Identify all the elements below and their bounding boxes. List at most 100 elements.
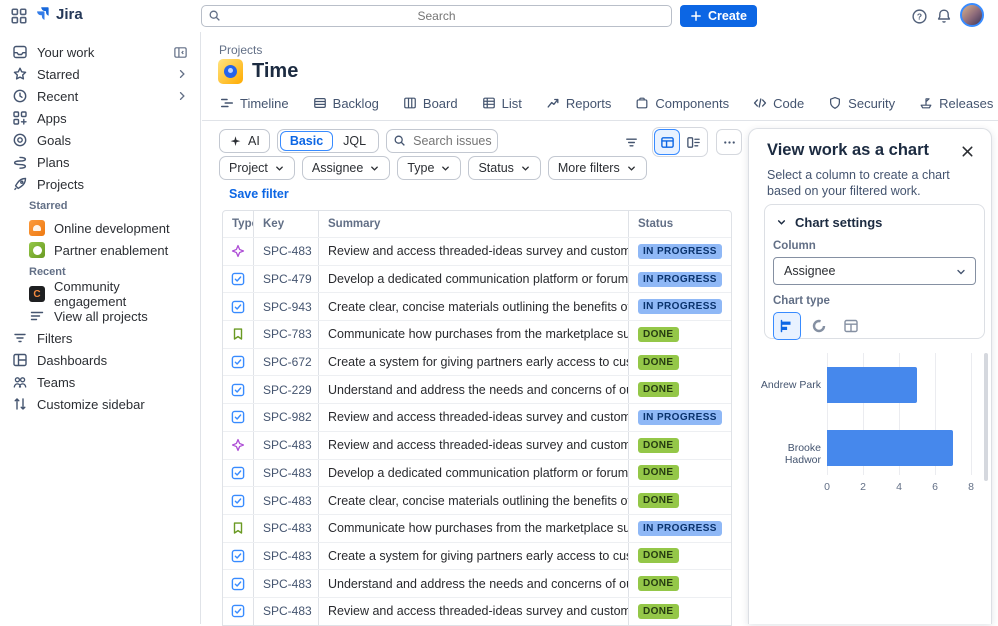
issue-type-story-icon bbox=[223, 321, 254, 348]
app-switcher-icon[interactable] bbox=[10, 7, 28, 25]
table-row[interactable]: SPC-943Create clear, concise materials o… bbox=[223, 292, 731, 320]
table-row[interactable]: SPC-483Review and access threaded-ideas … bbox=[223, 431, 731, 459]
panel-scrollbar[interactable] bbox=[984, 353, 988, 481]
save-filter-link[interactable]: Save filter bbox=[229, 187, 289, 201]
sidebar-item-goals[interactable]: Goals bbox=[0, 129, 200, 151]
table-row[interactable]: SPC-483Communicate how purchases from th… bbox=[223, 514, 731, 542]
project-avatar: C bbox=[29, 286, 45, 302]
bar-chart: 02468Andrew ParkBrooke Hadwor bbox=[749, 353, 993, 503]
tab-list[interactable]: List bbox=[482, 88, 522, 121]
breadcrumb[interactable]: Projects bbox=[219, 43, 262, 57]
sidebar-item-your-work[interactable]: Your work bbox=[0, 41, 200, 63]
sidebar-item-label: Recent bbox=[37, 89, 78, 104]
basic-mode-button[interactable]: Basic bbox=[280, 131, 333, 151]
help-icon[interactable]: ? bbox=[908, 5, 930, 27]
table-row[interactable]: SPC-483Create clear, concise materials o… bbox=[223, 486, 731, 514]
tab-releases[interactable]: Releases bbox=[919, 88, 993, 121]
table-row[interactable]: SPC-229Understand and address the needs … bbox=[223, 375, 731, 403]
more-options-button[interactable] bbox=[716, 129, 742, 155]
table-row[interactable]: SPC-982Review and access threaded-ideas … bbox=[223, 403, 731, 431]
create-button[interactable]: Create bbox=[680, 5, 757, 27]
status-filter-dropdown[interactable]: Status bbox=[468, 156, 540, 180]
sidebar-item-teams[interactable]: Teams bbox=[0, 371, 200, 393]
table-row[interactable]: SPC-783Communicate how purchases from th… bbox=[223, 320, 731, 348]
table-row[interactable]: SPC-483Create a system for giving partne… bbox=[223, 542, 731, 570]
tab-components[interactable]: Components bbox=[635, 88, 729, 121]
global-search-input[interactable] bbox=[201, 5, 672, 27]
issue-summary: Review and access threaded-ideas survey … bbox=[319, 238, 629, 265]
sidebar-project-community-engagement[interactable]: C Community engagement bbox=[0, 283, 200, 305]
detail-view-button[interactable] bbox=[680, 129, 706, 155]
table-row[interactable]: SPC-672Create a system for giving partne… bbox=[223, 348, 731, 376]
sidebar-item-filters[interactable]: Filters bbox=[0, 327, 200, 349]
sidebar-project-partner-enablement[interactable]: Partner enablement bbox=[0, 239, 200, 261]
column-header-type[interactable]: Type bbox=[223, 211, 254, 237]
tab-reports[interactable]: Reports bbox=[546, 88, 612, 121]
issue-key: SPC-483 bbox=[254, 543, 319, 570]
tab-code[interactable]: Code bbox=[753, 88, 804, 121]
notifications-bell-icon[interactable] bbox=[933, 5, 955, 27]
bar-chart-type-button[interactable] bbox=[773, 312, 801, 340]
column-header-summary[interactable]: Summary bbox=[319, 211, 629, 237]
sidebar-item-customize[interactable]: Customize sidebar bbox=[0, 393, 200, 415]
panel-description: Select a column to create a chart based … bbox=[767, 167, 979, 200]
sidebar-item-dashboards[interactable]: Dashboards bbox=[0, 349, 200, 371]
more-filters-dropdown[interactable]: More filters bbox=[548, 156, 647, 180]
sidebar-item-projects[interactable]: Projects bbox=[0, 173, 200, 195]
assignee-filter-dropdown[interactable]: Assignee bbox=[302, 156, 390, 180]
project-label: Partner enablement bbox=[54, 243, 168, 258]
issue-key: SPC-483 bbox=[254, 487, 319, 514]
tab-board[interactable]: Board bbox=[403, 88, 458, 121]
sidebar-item-starred[interactable]: Starred bbox=[0, 63, 200, 85]
ai-label: AI bbox=[248, 134, 260, 148]
table-row[interactable]: SPC-483Develop a dedicated communication… bbox=[223, 459, 731, 487]
global-search bbox=[201, 5, 672, 27]
sidebar-item-apps[interactable]: Apps bbox=[0, 107, 200, 129]
close-icon[interactable] bbox=[957, 141, 977, 161]
column-select[interactable]: Assignee bbox=[773, 257, 976, 285]
issue-key: SPC-483 bbox=[254, 515, 319, 542]
jira-logo[interactable]: Jira bbox=[34, 5, 83, 23]
tab-label: Board bbox=[423, 96, 458, 111]
table-row[interactable]: SPC-483Review and access threaded-ideas … bbox=[223, 237, 731, 265]
chart-settings-accordion[interactable]: Chart settings bbox=[773, 213, 976, 238]
table-row[interactable]: SPC-479Develop a dedicated communication… bbox=[223, 265, 731, 293]
issue-key: SPC-483 bbox=[254, 238, 319, 265]
issue-type-task-icon bbox=[223, 349, 254, 376]
table-chart-type-button[interactable] bbox=[837, 312, 865, 340]
tab-security[interactable]: Security bbox=[828, 88, 895, 121]
table-row[interactable]: SPC-483Understand and address the needs … bbox=[223, 569, 731, 597]
group-by-icon[interactable] bbox=[618, 129, 644, 155]
list-lines-icon bbox=[29, 308, 45, 324]
issue-key: SPC-479 bbox=[254, 266, 319, 293]
issue-search bbox=[386, 129, 498, 153]
apps-icon bbox=[12, 110, 28, 126]
donut-chart-type-button[interactable] bbox=[805, 312, 833, 340]
column-header-status[interactable]: Status bbox=[629, 211, 731, 237]
backlog-icon bbox=[313, 96, 327, 110]
tab-backlog[interactable]: Backlog bbox=[313, 88, 379, 121]
ai-button[interactable]: AI bbox=[219, 129, 270, 153]
jql-mode-button[interactable]: JQL bbox=[333, 131, 376, 151]
status-badge: DONE bbox=[638, 465, 679, 480]
sidebar-item-label: Customize sidebar bbox=[37, 397, 145, 412]
issue-key: SPC-783 bbox=[254, 321, 319, 348]
project-avatar bbox=[29, 242, 45, 258]
table-header: Type Key Summary Status bbox=[223, 211, 731, 237]
project-filter-dropdown[interactable]: Project bbox=[219, 156, 295, 180]
type-filter-dropdown[interactable]: Type bbox=[397, 156, 461, 180]
sidebar-item-label: Projects bbox=[37, 177, 84, 192]
sidebar-project-online-development[interactable]: Online development bbox=[0, 217, 200, 239]
search-icon bbox=[393, 134, 406, 152]
sidebar-item-recent[interactable]: Recent bbox=[0, 85, 200, 107]
column-header-key[interactable]: Key bbox=[254, 211, 319, 237]
sidebar: Your work Starred Recent bbox=[0, 32, 201, 624]
user-avatar[interactable] bbox=[960, 3, 984, 27]
issue-type-idea-icon bbox=[223, 432, 254, 459]
sidebar-item-plans[interactable]: Plans bbox=[0, 151, 200, 173]
collapse-sidebar-icon[interactable] bbox=[173, 45, 188, 60]
table-row[interactable]: SPC-483Review and access threaded-ideas … bbox=[223, 597, 731, 625]
tab-timeline[interactable]: Timeline bbox=[220, 88, 289, 121]
issue-status: IN PROGRESS bbox=[629, 238, 731, 265]
grid-view-button[interactable] bbox=[654, 129, 680, 155]
